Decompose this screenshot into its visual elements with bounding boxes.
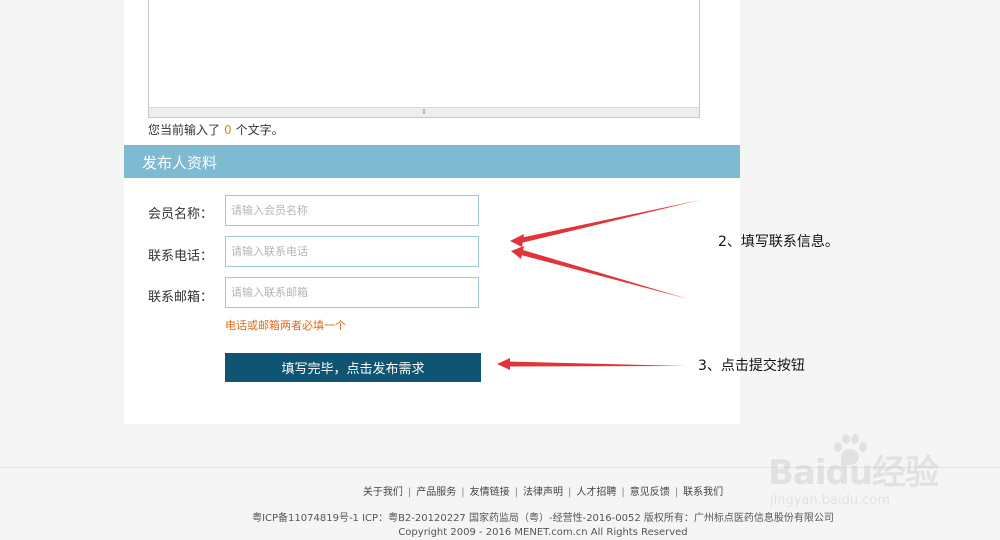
footer-separator: | (568, 487, 572, 498)
member-name-input[interactable] (225, 195, 479, 226)
contact-hint: 电话或邮箱两者必填一个 (225, 319, 346, 332)
section-header: 发布人资料 (124, 145, 740, 178)
member-name-label: 会员名称： (148, 207, 214, 222)
footer-separator: | (621, 487, 625, 498)
step2-annotation: 2、填写联系信息。 (718, 234, 839, 250)
char-count-prefix: 您当前输入了 (148, 123, 221, 137)
email-input[interactable] (225, 277, 479, 308)
resize-grip-icon: ⇕ (421, 108, 427, 116)
email-label: 联系邮箱： (148, 290, 214, 305)
baidu-jingyan-watermark: Baidu经验 jingyan.baidu.com (768, 434, 948, 525)
footer-link-friends[interactable]: 友情链接 (470, 487, 510, 498)
footer-link-about[interactable]: 关于我们 (363, 487, 403, 498)
footer-link-jobs[interactable]: 人才招聘 (576, 487, 616, 498)
footer-link-contact[interactable]: 联系我们 (683, 487, 723, 498)
footer-link-products[interactable]: 产品服务 (416, 487, 456, 498)
footer-copyright: Copyright 2009 - 2016 MENET.com.cn All R… (398, 527, 688, 538)
step3-annotation: 3、点击提交按钮 (698, 358, 805, 374)
phone-label: 联系电话： (148, 249, 214, 264)
watermark-logo: Baidu经验 (768, 453, 939, 493)
footer-link-feedback[interactable]: 意见反馈 (630, 487, 670, 498)
footer-link-legal[interactable]: 法律声明 (523, 487, 563, 498)
submit-button[interactable]: 填写完毕，点击发布需求 (225, 353, 481, 382)
char-count-value: 0 (224, 123, 232, 137)
footer-separator: | (514, 487, 518, 498)
description-textarea[interactable]: ⇕ (148, 0, 700, 118)
section-title: 发布人资料 (142, 154, 218, 172)
char-count-suffix: 个文字。 (235, 123, 284, 137)
phone-input[interactable] (225, 236, 479, 267)
footer-separator: | (674, 487, 679, 498)
char-count: 您当前输入了 0 个文字。 (148, 121, 284, 138)
footer-separator: | (407, 487, 412, 498)
textarea-resize-handle[interactable]: ⇕ (149, 107, 699, 117)
watermark-url: jingyan.baidu.com (770, 493, 890, 508)
footer-separator: | (461, 487, 465, 498)
